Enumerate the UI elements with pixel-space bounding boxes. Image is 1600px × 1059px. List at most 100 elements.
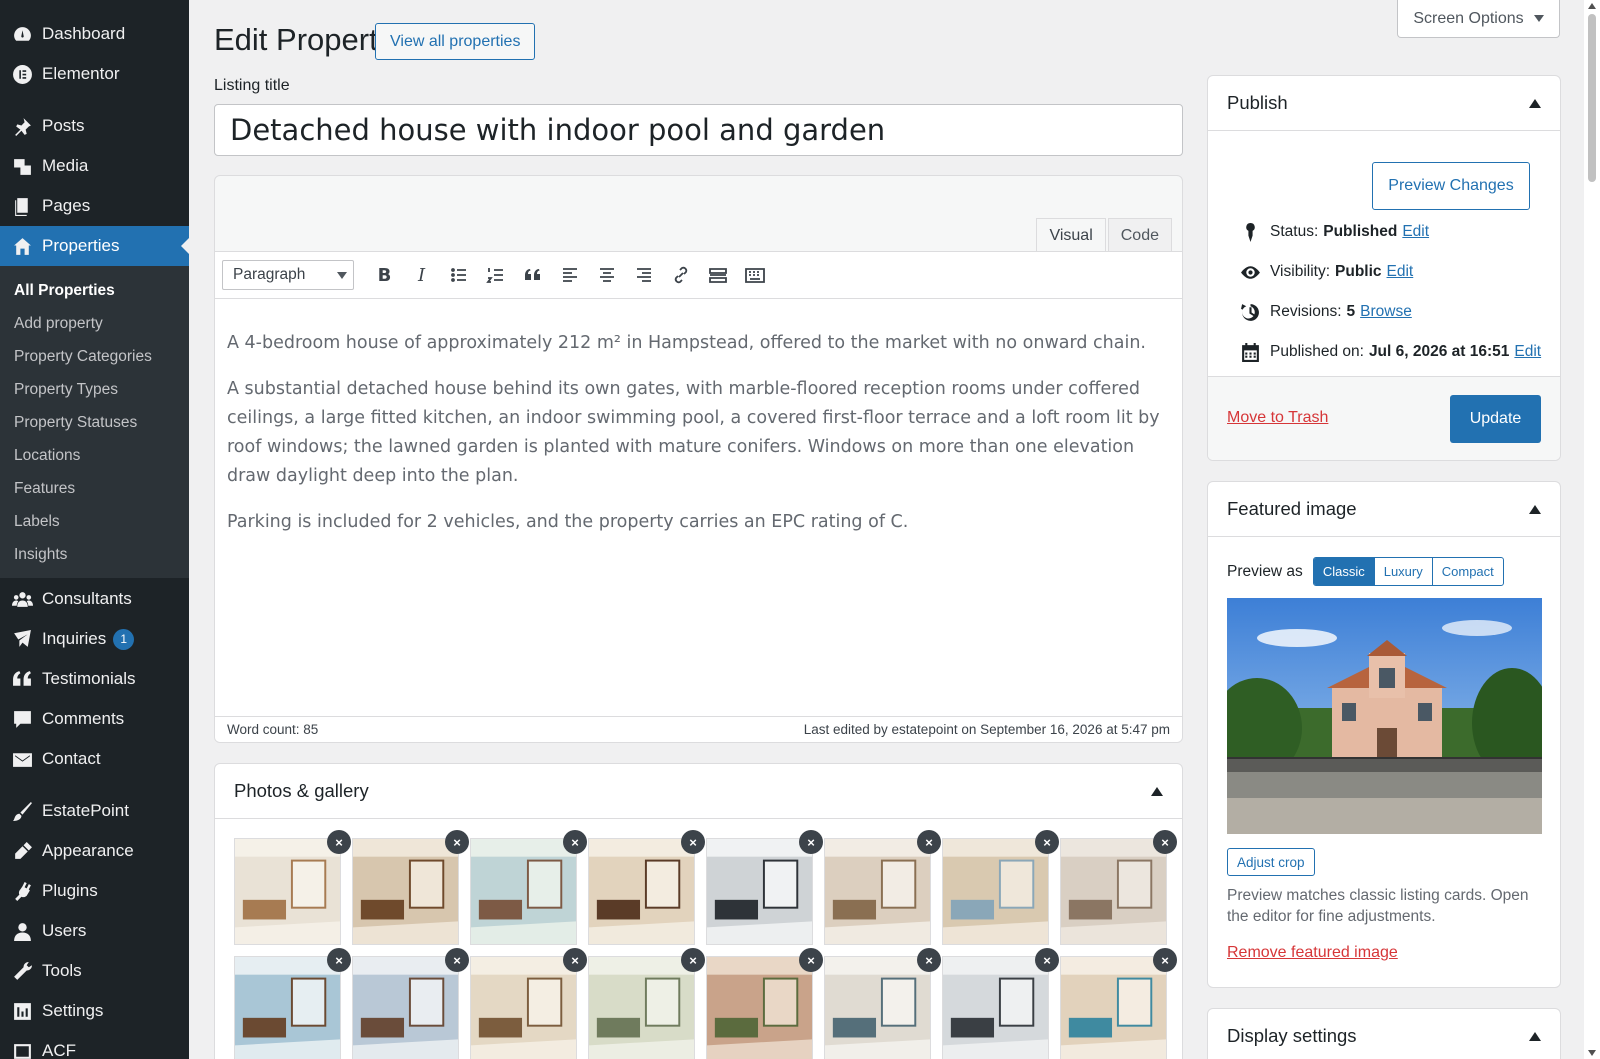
edit-status-link[interactable]: Edit [1402, 223, 1429, 241]
view-all-properties-button[interactable]: View all properties [375, 23, 536, 60]
menu-pages[interactable]: Pages [0, 186, 189, 226]
submenu-locations[interactable]: Locations [0, 439, 189, 472]
scroll-up-arrow-icon[interactable] [1588, 3, 1596, 9]
gallery-thumbnail[interactable]: × [234, 948, 351, 1059]
menu-contact[interactable]: Contact [0, 739, 189, 779]
submenu-property-types[interactable]: Property Types [0, 373, 189, 406]
submenu-insights[interactable]: Insights [0, 538, 189, 571]
gallery-thumbnail[interactable]: × [588, 830, 705, 945]
gallery-thumbnail[interactable]: × [824, 830, 941, 945]
remove-photo-icon[interactable]: × [799, 948, 823, 972]
remove-photo-icon[interactable]: × [327, 830, 351, 854]
submenu-labels[interactable]: Labels [0, 505, 189, 538]
gallery-thumbnail[interactable]: × [824, 948, 941, 1059]
gallery-thumbnail[interactable]: × [352, 948, 469, 1059]
align-right-button[interactable] [625, 260, 662, 290]
gallery-thumbnail[interactable]: × [470, 830, 587, 945]
preview-mode-compact[interactable]: Compact [1431, 558, 1503, 585]
menu-comments[interactable]: Comments [0, 699, 189, 739]
display-settings-header[interactable]: Display settings [1208, 1009, 1560, 1059]
preview-changes-button[interactable]: Preview Changes [1372, 162, 1530, 210]
scroll-down-arrow-icon[interactable] [1588, 1050, 1596, 1056]
remove-photo-icon[interactable]: × [445, 830, 469, 854]
gallery-thumbnail[interactable]: × [706, 948, 823, 1059]
publish-header[interactable]: Publish [1208, 76, 1560, 131]
bullet-list-button[interactable] [440, 260, 477, 290]
featured-header[interactable]: Featured image [1208, 482, 1560, 537]
collapse-arrow-icon[interactable] [1151, 786, 1163, 796]
gallery-thumbnail[interactable]: × [470, 948, 587, 1059]
italic-button[interactable]: I [403, 260, 440, 290]
collapse-arrow-icon[interactable] [1529, 98, 1541, 108]
remove-photo-icon[interactable]: × [1153, 948, 1177, 972]
submenu-all-properties[interactable]: All Properties [0, 274, 189, 307]
menu-estatepoint[interactable]: EstatePoint [0, 791, 189, 831]
collapse-arrow-icon[interactable] [1529, 1031, 1541, 1041]
listing-title-input[interactable] [214, 104, 1183, 156]
photos-header[interactable]: Photos & gallery [215, 764, 1182, 819]
remove-photo-icon[interactable]: × [563, 830, 587, 854]
menu-acf[interactable]: ACF [0, 1031, 189, 1059]
gallery-thumbnail[interactable]: × [942, 948, 1059, 1059]
adjust-crop-button[interactable]: Adjust crop [1227, 848, 1315, 876]
remove-photo-icon[interactable]: × [681, 830, 705, 854]
update-button[interactable]: Update [1450, 395, 1541, 443]
remove-photo-icon[interactable]: × [445, 948, 469, 972]
menu-dashboard[interactable]: Dashboard [0, 14, 189, 54]
blockquote-button[interactable] [514, 260, 551, 290]
remove-photo-icon[interactable]: × [917, 948, 941, 972]
submenu-property-categories[interactable]: Property Categories [0, 340, 189, 373]
remove-photo-icon[interactable]: × [799, 830, 823, 854]
submenu-features[interactable]: Features [0, 472, 189, 505]
screen-options-button[interactable]: Screen Options [1397, 0, 1560, 38]
insert-link-button[interactable] [662, 260, 699, 290]
remove-photo-icon[interactable]: × [681, 948, 705, 972]
remove-photo-icon[interactable]: × [563, 948, 587, 972]
gallery-thumbnail[interactable]: × [234, 830, 351, 945]
edit-date-link[interactable]: Edit [1514, 343, 1541, 361]
gallery-thumbnail[interactable]: × [942, 830, 1059, 945]
menu-media[interactable]: Media [0, 146, 189, 186]
gallery-thumbnail[interactable]: × [706, 830, 823, 945]
featured-image-preview[interactable] [1227, 598, 1542, 834]
scrollbar-thumb[interactable] [1588, 14, 1596, 182]
menu-consultants[interactable]: Consultants [0, 579, 189, 619]
tab-visual[interactable]: Visual [1036, 218, 1106, 251]
move-to-trash-link[interactable]: Move to Trash [1227, 409, 1328, 427]
align-center-button[interactable] [588, 260, 625, 290]
menu-appearance[interactable]: Appearance [0, 831, 189, 871]
format-select[interactable]: Paragraph [222, 260, 354, 290]
submenu-property-statuses[interactable]: Property Statuses [0, 406, 189, 439]
read-more-button[interactable] [699, 260, 736, 290]
editor-content[interactable]: A 4-bedroom house of approximately 212 m… [215, 299, 1182, 718]
gallery-thumbnail[interactable]: × [588, 948, 705, 1059]
menu-tools[interactable]: Tools [0, 951, 189, 991]
preview-mode-classic[interactable]: Classic [1313, 558, 1374, 585]
browse-revisions-link[interactable]: Browse [1360, 303, 1412, 321]
remove-featured-image-link[interactable]: Remove featured image [1227, 944, 1398, 962]
gallery-thumbnail[interactable]: × [352, 830, 469, 945]
menu-properties[interactable]: Properties [0, 226, 189, 266]
page-scrollbar[interactable] [1584, 0, 1600, 1059]
remove-photo-icon[interactable]: × [1153, 830, 1177, 854]
align-left-button[interactable] [551, 260, 588, 290]
menu-settings[interactable]: Settings [0, 991, 189, 1031]
remove-photo-icon[interactable]: × [1035, 948, 1059, 972]
gallery-thumbnail[interactable]: × [1060, 830, 1177, 945]
numbered-list-button[interactable] [477, 260, 514, 290]
menu-users[interactable]: Users [0, 911, 189, 951]
tab-code[interactable]: Code [1107, 218, 1172, 251]
remove-photo-icon[interactable]: × [917, 830, 941, 854]
toolbar-toggle-button[interactable] [736, 260, 773, 290]
menu-plugins[interactable]: Plugins [0, 871, 189, 911]
gallery-thumbnail[interactable]: × [1060, 948, 1177, 1059]
submenu-add-property[interactable]: Add property [0, 307, 189, 340]
menu-inquiries[interactable]: Inquiries 1 [0, 619, 189, 659]
collapse-arrow-icon[interactable] [1529, 504, 1541, 514]
preview-mode-luxury[interactable]: Luxury [1373, 558, 1432, 585]
menu-testimonials[interactable]: Testimonials [0, 659, 189, 699]
menu-posts[interactable]: Posts [0, 106, 189, 146]
remove-photo-icon[interactable]: × [1035, 830, 1059, 854]
remove-photo-icon[interactable]: × [327, 948, 351, 972]
bold-button[interactable]: B [366, 260, 403, 290]
